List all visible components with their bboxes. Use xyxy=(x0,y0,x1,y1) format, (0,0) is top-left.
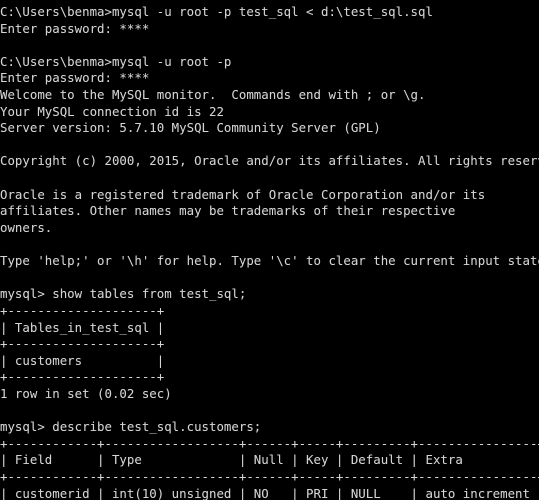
terminal-line: | customers | xyxy=(0,352,165,368)
terminal-line: | Tables_in_test_sql | xyxy=(0,319,165,335)
terminal-line: mysql> show tables from test_sql; xyxy=(0,286,247,302)
terminal-line: Oracle is a registered trademark of Orac… xyxy=(0,186,486,202)
terminal-line: | Field | Type | Null | Key | Default | … xyxy=(0,452,539,468)
terminal-line: Enter password: **** xyxy=(0,20,150,36)
terminal-line: +--------------------+ xyxy=(0,336,165,352)
terminal-line: C:\Users\benma>mysql -u root -p xyxy=(0,53,232,69)
terminal-line: 1 row in set (0.02 sec) xyxy=(0,386,172,402)
terminal-line: affiliates. Other names may be trademark… xyxy=(0,203,456,219)
terminal-line: Server version: 5.7.10 MySQL Community S… xyxy=(0,120,381,136)
terminal-line: Type 'help;' or '\h' for help. Type '\c'… xyxy=(0,253,539,269)
terminal-line: Your MySQL connection id is 22 xyxy=(0,103,224,119)
terminal-line: C:\Users\benma>mysql -u root -p test_sql… xyxy=(0,4,433,19)
terminal-line: Welcome to the MySQL monitor. Commands e… xyxy=(0,87,426,103)
terminal-line: | customerid | int(10) unsigned | NO | P… xyxy=(0,485,539,500)
command-prompt-window[interactable]: C:\Users\benma>mysql -u root -p test_sql… xyxy=(0,0,539,500)
terminal-line: +------------+------------------+------+… xyxy=(0,435,539,451)
terminal-line: owners. xyxy=(0,219,53,235)
terminal-line: +--------------------+ xyxy=(0,369,165,385)
terminal-line: Copyright (c) 2000, 2015, Oracle and/or … xyxy=(0,153,539,169)
terminal-line: +------------+------------------+------+… xyxy=(0,469,539,485)
terminal-line: mysql> describe test_sql.customers; xyxy=(0,419,262,435)
terminal-line: Enter password: **** xyxy=(0,70,150,86)
terminal-line: +--------------------+ xyxy=(0,302,165,318)
terminal-screen-buffer[interactable]: C:\Users\benma>mysql -u root -p test_sql… xyxy=(0,4,539,500)
